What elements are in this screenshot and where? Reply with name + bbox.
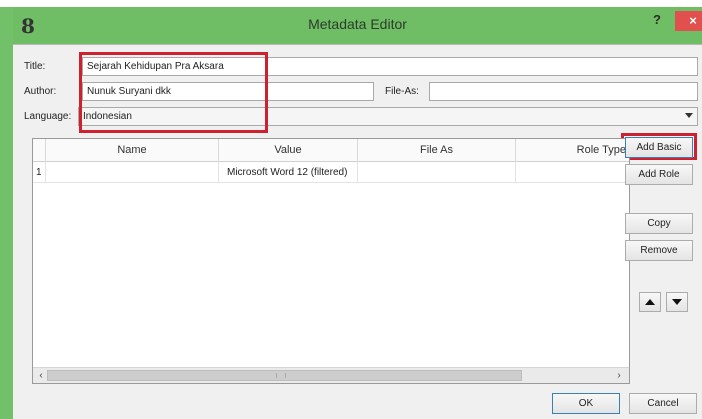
cancel-button[interactable]: Cancel [629,393,697,414]
triangle-down-icon [672,299,682,305]
highlight-box-fields [79,52,268,133]
chevron-down-icon [685,113,693,118]
cell-file-as[interactable] [358,162,516,183]
row-number: 1 [33,162,46,183]
cell-value[interactable]: Microsoft Word 12 (filtered) [219,162,358,183]
table-header: Name Value File As Role Type [33,139,629,162]
move-down-button[interactable] [666,292,688,312]
cell-name[interactable] [46,162,219,183]
help-button[interactable]: ? [647,12,667,30]
copy-button[interactable]: Copy [625,213,693,234]
window-title: Metadata Editor [308,16,407,32]
column-header-file-as[interactable]: File As [358,139,516,162]
horizontal-scrollbar[interactable]: ‹ › [33,367,629,383]
ok-button[interactable]: OK [552,393,620,414]
scroll-right-icon[interactable]: › [613,370,625,382]
language-label: Language: [24,111,72,122]
file-as-label: File-As: [385,86,419,97]
remove-button[interactable]: Remove [625,240,693,261]
dialog-body: Title: Sejarah Kehidupan Pra Aksara Auth… [13,44,702,419]
column-header-role-type[interactable]: Role Type [516,139,629,162]
title-bar[interactable]: 8 Metadata Editor ? × [13,7,702,44]
cropped-background-text [0,0,702,7]
scrollbar-thumb[interactable] [47,370,522,381]
grip-icon [276,373,286,378]
triangle-up-icon [645,299,655,305]
title-label: Title: [24,61,46,72]
add-basic-button[interactable]: Add Basic [625,137,693,158]
move-up-button[interactable] [639,292,661,312]
file-as-field[interactable] [429,82,698,101]
table-row[interactable]: 1 Microsoft Word 12 (filtered) [33,162,629,183]
scroll-left-icon[interactable]: ‹ [35,370,47,382]
column-header-value[interactable]: Value [219,139,358,162]
close-button[interactable]: × [675,11,702,31]
metadata-table[interactable]: Name Value File As Role Type 1 Microsoft… [32,138,630,384]
row-number-header [33,139,46,162]
column-header-name[interactable]: Name [46,139,219,162]
author-label: Author: [24,86,57,97]
add-role-button[interactable]: Add Role [625,164,693,185]
cell-role-type[interactable] [516,162,629,183]
metadata-editor-window: 8 Metadata Editor ? × Title: Sejarah Keh… [0,7,702,419]
